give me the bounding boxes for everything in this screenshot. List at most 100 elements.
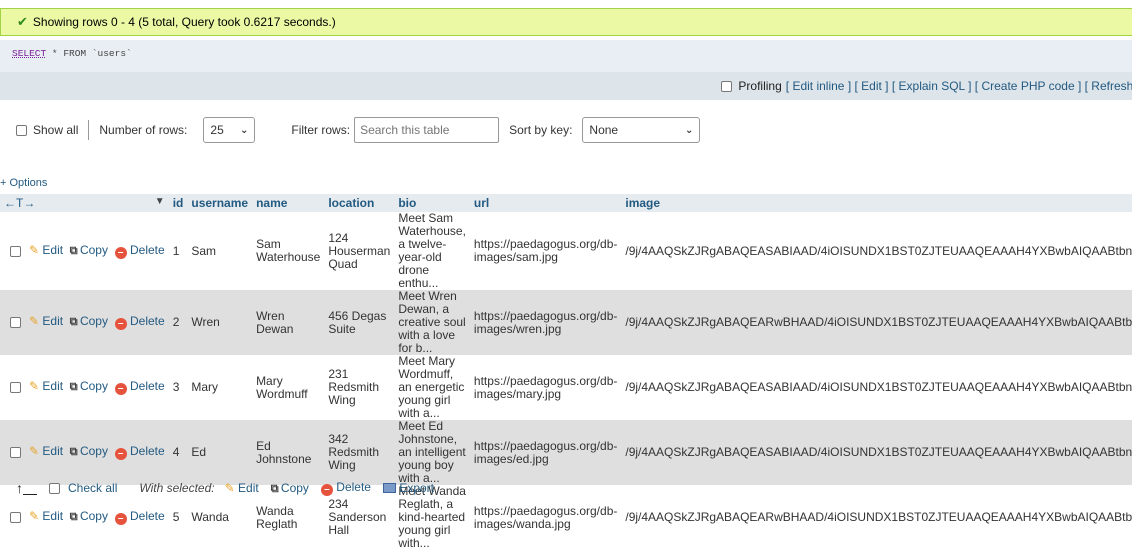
edit-row-button[interactable]: ✎ Edit [29,243,63,257]
table-row: ✎ Edit ⧉ Copy – Delete 3 Mary Mary Wordm… [0,355,1132,420]
cell-name[interactable]: Mary Wordmuff [252,355,325,420]
arrow-underline [23,493,37,495]
row-checkbox[interactable] [10,512,21,524]
delete-icon: – [114,383,127,395]
explain-sql-link[interactable]: [ Explain SQL ] [892,79,972,93]
cell-bio[interactable]: Meet Mary Wordmuff, an energetic young g… [394,355,470,420]
column-header-location[interactable]: location [324,194,395,212]
cell-id[interactable]: 4 [168,420,188,485]
cell-bio[interactable]: Meet Wren Dewan, a creative soul with a … [394,290,470,355]
cell-location[interactable]: 231 Redsmith Wing [324,355,395,420]
cell-location[interactable]: 456 Degas Suite [324,290,395,355]
delete-row-button[interactable]: – Delete [114,379,165,395]
row-checkbox[interactable] [10,382,21,394]
copy-row-button[interactable]: ⧉ Copy [69,379,108,394]
options-toggle[interactable]: + Options [0,177,47,189]
cell-url[interactable]: https://paedagogus.org/db-images/mary.jp… [469,355,622,420]
cell-id[interactable]: 3 [168,355,188,420]
column-header-id[interactable]: id [168,194,188,212]
cell-username[interactable]: Sam [187,212,253,290]
edit-row-button[interactable]: ✎ Edit [29,509,63,523]
cell-id[interactable]: 1 [168,212,188,290]
cell-name[interactable]: Wren Dewan [252,290,325,355]
copy-icon: ⧉ [69,511,78,523]
bulk-delete-button[interactable]: – Delete [320,480,371,496]
column-header-username[interactable]: username [187,194,253,212]
cell-location[interactable]: 124 Houserman Quad [324,212,395,290]
refresh-link[interactable]: [ Refresh ] [1085,79,1132,93]
sql-keyword-link[interactable]: SELECT [12,48,46,59]
cell-bio[interactable]: Meet Sam Waterhouse, a twelve-year-old d… [394,212,470,290]
filter-rows-input[interactable] [354,117,500,143]
edit-row-button[interactable]: ✎ Edit [29,379,63,393]
delete-row-button[interactable]: – Delete [114,314,165,330]
edit-label: Edit [42,314,64,328]
column-header-url[interactable]: url [469,194,622,212]
success-message: ✔ Showing rows 0 - 4 (5 total, Query too… [0,8,1132,36]
cell-url[interactable]: https://paedagogus.org/db-images/ed.jpg [469,420,622,485]
delete-icon: – [320,484,333,496]
copy-row-button[interactable]: ⧉ Copy [69,509,108,524]
cell-username[interactable]: Wren [187,290,253,355]
check-all-checkbox[interactable] [49,482,60,494]
number-of-rows-select[interactable]: 25 ⌄ [203,117,256,143]
cell-image[interactable]: /9j/4AAQSkZJRgABAQEARwBHAAD/4iOISUNDX1BS… [621,290,1132,355]
edit-row-button[interactable]: ✎ Edit [29,444,63,458]
chevron-down-icon: ⌄ [685,124,694,136]
cell-id[interactable]: 2 [168,290,188,355]
delete-row-button[interactable]: – Delete [114,444,165,460]
edit-row-button[interactable]: ✎ Edit [29,314,63,328]
cell-image[interactable]: /9j/4AAQSkZJRgABAQEASABIAAD/4iOISUNDX1BS… [621,212,1132,290]
row-checkbox[interactable] [10,317,21,329]
number-of-rows-value: 25 [210,123,224,137]
filter-rows-label: Filter rows: [291,123,351,137]
copy-row-button[interactable]: ⧉ Copy [70,444,108,459]
copy-icon: ⧉ [69,381,78,393]
cell-name[interactable]: Ed Johnstone [252,420,325,485]
export-icon [382,483,396,493]
column-header-name[interactable]: name [252,194,325,212]
sort-by-key-value: None [589,123,619,137]
delete-label: Delete [130,379,165,393]
table-header-row: ←T→ ▼ id username name location bio url … [0,194,1132,212]
cell-name[interactable]: Sam Waterhouse [252,212,325,290]
row-checkbox[interactable] [10,447,21,459]
show-all-checkbox[interactable] [16,124,27,136]
bulk-edit-button[interactable]: ✎ Edit [225,481,259,495]
copy-icon: ⧉ [69,316,78,328]
sort-dropdown-icon[interactable]: ▼ [155,196,165,207]
delete-row-button[interactable]: – Delete [114,243,165,259]
edit-label: Edit [42,379,64,393]
cell-location[interactable]: 342 Redsmith Wing [324,420,395,485]
column-arrows-icon[interactable]: ←T→ [4,196,35,210]
check-all-label[interactable]: Check all [68,481,117,495]
divider [88,120,90,140]
cell-image[interactable]: /9j/4AAQSkZJRgABAQEASABIAAD/4iOISUNDX1BS… [621,355,1132,420]
cell-url[interactable]: https://paedagogus.org/db-images/wanda.j… [469,485,622,550]
cell-username[interactable]: Ed [187,420,253,485]
profiling-checkbox[interactable] [721,80,733,92]
profiling-label: Profiling [738,79,782,93]
edit-link[interactable]: [ Edit ] [855,79,889,93]
copy-row-button[interactable]: ⧉ Copy [69,314,108,329]
row-checkbox[interactable] [10,245,21,257]
column-header-bio[interactable]: bio [394,194,470,212]
create-php-code-link[interactable]: [ Create PHP code ] [975,79,1082,93]
edit-inline-link[interactable]: [ Edit inline ] [786,79,851,93]
bulk-copy-label: Copy [280,480,309,495]
cell-username[interactable]: Mary [187,355,253,420]
delete-icon: – [114,513,127,525]
copy-label: Copy [79,242,108,257]
bulk-copy-button[interactable]: ⧉ Copy [271,481,309,496]
delete-icon: – [114,448,127,460]
cell-image[interactable]: /9j/4AAQSkZJRgABAQEARwBHAAD/4iOISUNDX1BS… [621,485,1132,550]
cell-bio[interactable]: Meet Ed Johnstone, an intelligent young … [394,420,470,485]
cell-image[interactable]: /9j/4AAQSkZJRgABAQEASABIAAD/4iOISUNDX1BS… [621,420,1132,485]
cell-url[interactable]: https://paedagogus.org/db-images/wren.jp… [469,290,622,355]
copy-row-button[interactable]: ⧉ Copy [70,243,108,257]
delete-row-button[interactable]: – Delete [114,509,165,525]
bulk-export-button[interactable]: Export [382,481,434,495]
cell-url[interactable]: https://paedagogus.org/db-images/sam.jpg [469,212,622,290]
column-header-image[interactable]: image [621,194,1132,212]
sort-by-key-select[interactable]: None ⌄ [582,117,701,143]
